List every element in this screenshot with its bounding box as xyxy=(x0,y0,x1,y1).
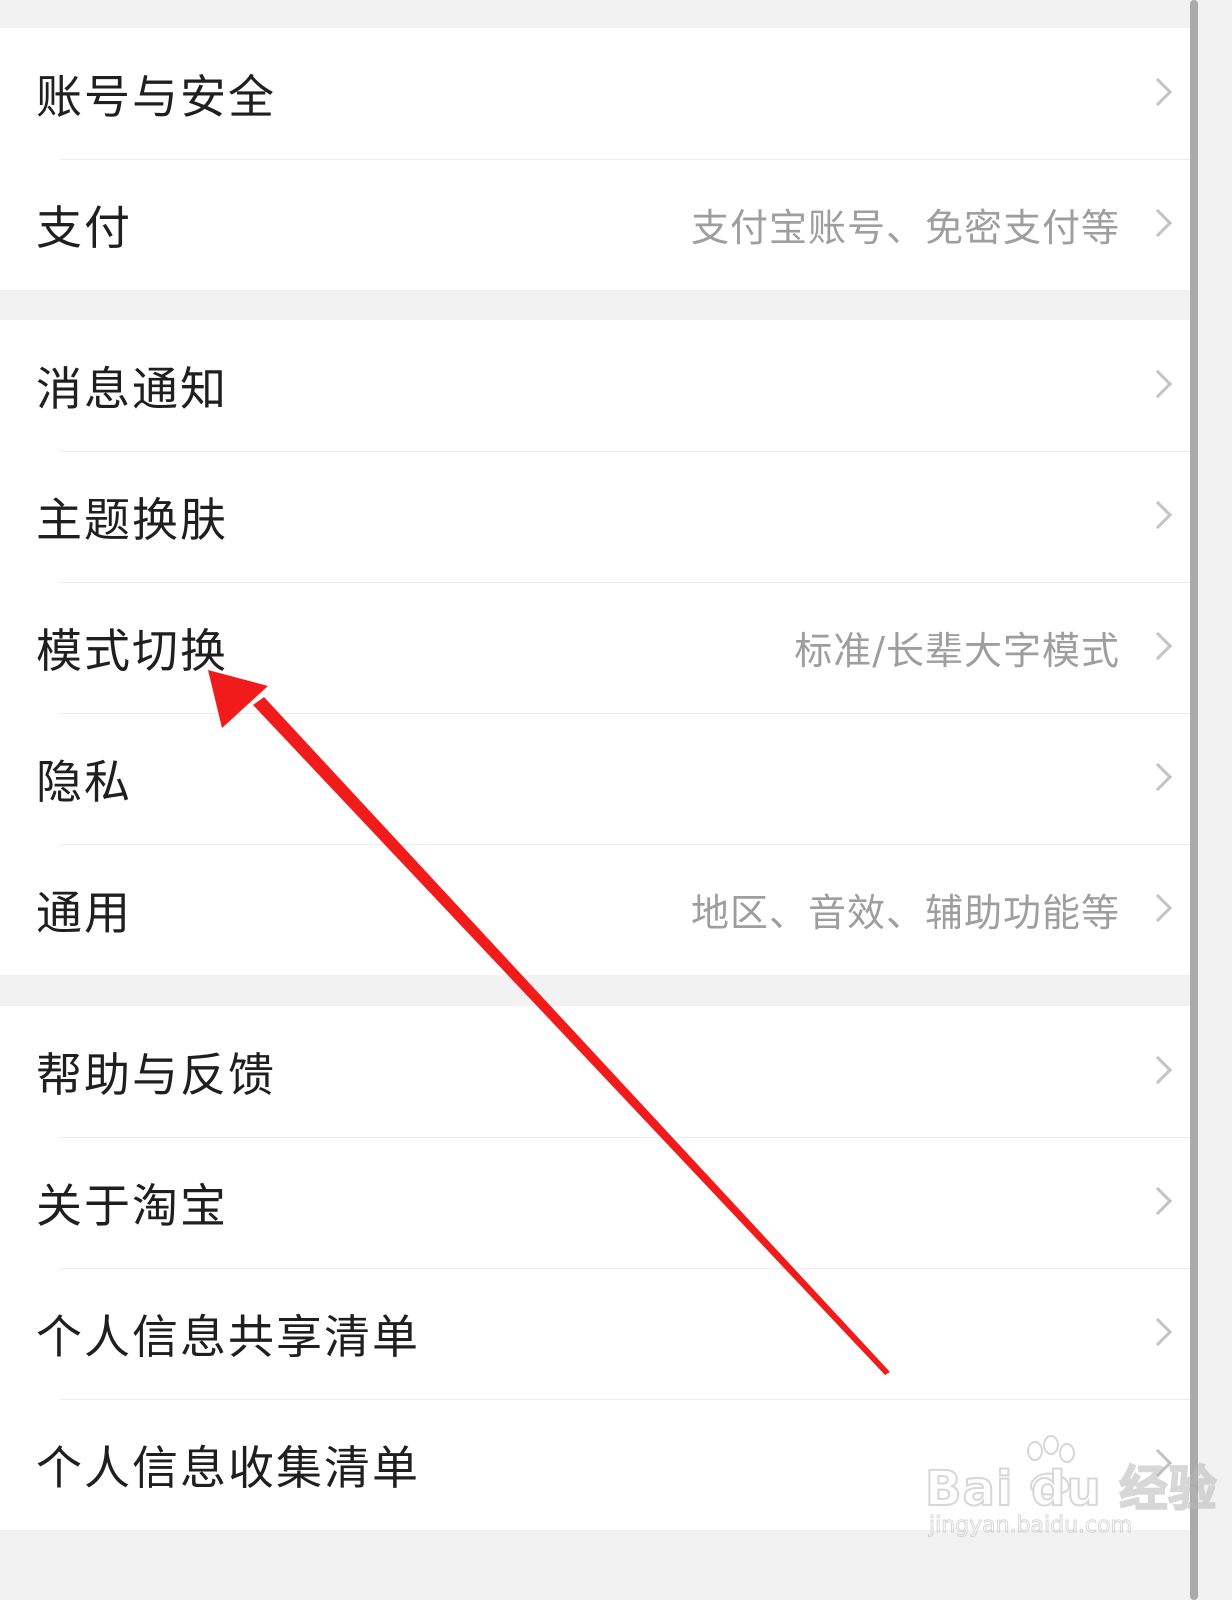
chevron-right-icon xyxy=(1143,762,1173,791)
watermark-brand: Bai du 经验 xyxy=(924,1460,1218,1518)
chevron-right-icon xyxy=(1143,631,1173,660)
settings-item-label: 主题换肤 xyxy=(36,492,228,547)
settings-item-mode-switch[interactable]: 模式切换 标准/长辈大字模式 xyxy=(0,582,1196,713)
settings-item-label: 帮助与反馈 xyxy=(36,1047,276,1102)
settings-item-payment[interactable]: 支付 支付宝账号、免密支付等 xyxy=(0,159,1196,290)
settings-item-label: 个人信息收集清单 xyxy=(36,1440,420,1495)
settings-item-info-sharing-list[interactable]: 个人信息共享清单 xyxy=(0,1268,1196,1399)
settings-item-theme[interactable]: 主题换肤 xyxy=(0,451,1196,582)
settings-item-privacy[interactable]: 隐私 xyxy=(0,713,1196,844)
watermark-url: jingyan.baidu.com xyxy=(928,1513,1133,1539)
settings-item-label: 通用 xyxy=(36,885,132,940)
chevron-right-icon xyxy=(1143,893,1173,922)
settings-item-subtitle: 标准/长辈大字模式 xyxy=(794,629,1120,673)
settings-page: 账号与安全 支付 支付宝账号、免密支付等 消息通知 主题换肤 模式切换 标准/长… xyxy=(0,0,1196,1600)
settings-item-about[interactable]: 关于淘宝 xyxy=(0,1137,1196,1268)
chevron-right-icon xyxy=(1143,1055,1173,1084)
settings-item-subtitle: 支付宝账号、免密支付等 xyxy=(690,206,1120,250)
settings-item-subtitle: 地区、音效、辅助功能等 xyxy=(690,891,1120,935)
settings-group-account: 账号与安全 支付 支付宝账号、免密支付等 xyxy=(0,28,1196,290)
settings-item-label: 账号与安全 xyxy=(36,69,276,124)
settings-item-help-feedback[interactable]: 帮助与反馈 xyxy=(0,1006,1196,1137)
chevron-right-icon xyxy=(1143,500,1173,529)
chevron-right-icon xyxy=(1143,369,1173,398)
chevron-right-icon xyxy=(1143,77,1173,106)
settings-item-account-security[interactable]: 账号与安全 xyxy=(0,28,1196,159)
settings-item-label: 模式切换 xyxy=(36,623,228,678)
settings-item-label: 关于淘宝 xyxy=(36,1178,228,1233)
settings-item-general[interactable]: 通用 地区、音效、辅助功能等 xyxy=(0,844,1196,975)
chevron-right-icon xyxy=(1143,1317,1173,1346)
settings-group-preferences: 消息通知 主题换肤 模式切换 标准/长辈大字模式 隐私 通用 地区、音效、辅助功… xyxy=(0,320,1196,975)
settings-item-notifications[interactable]: 消息通知 xyxy=(0,320,1196,451)
settings-item-label: 个人信息共享清单 xyxy=(36,1309,420,1364)
chevron-right-icon xyxy=(1143,208,1173,237)
settings-item-label: 支付 xyxy=(36,200,132,255)
chevron-right-icon xyxy=(1143,1186,1173,1215)
scrollbar[interactable] xyxy=(1190,0,1198,1600)
baidu-jingyan-watermark: Bai du 经验 jingyan.baidu.com xyxy=(924,1435,1217,1545)
settings-item-label: 隐私 xyxy=(36,754,132,809)
settings-item-label: 消息通知 xyxy=(36,361,228,416)
